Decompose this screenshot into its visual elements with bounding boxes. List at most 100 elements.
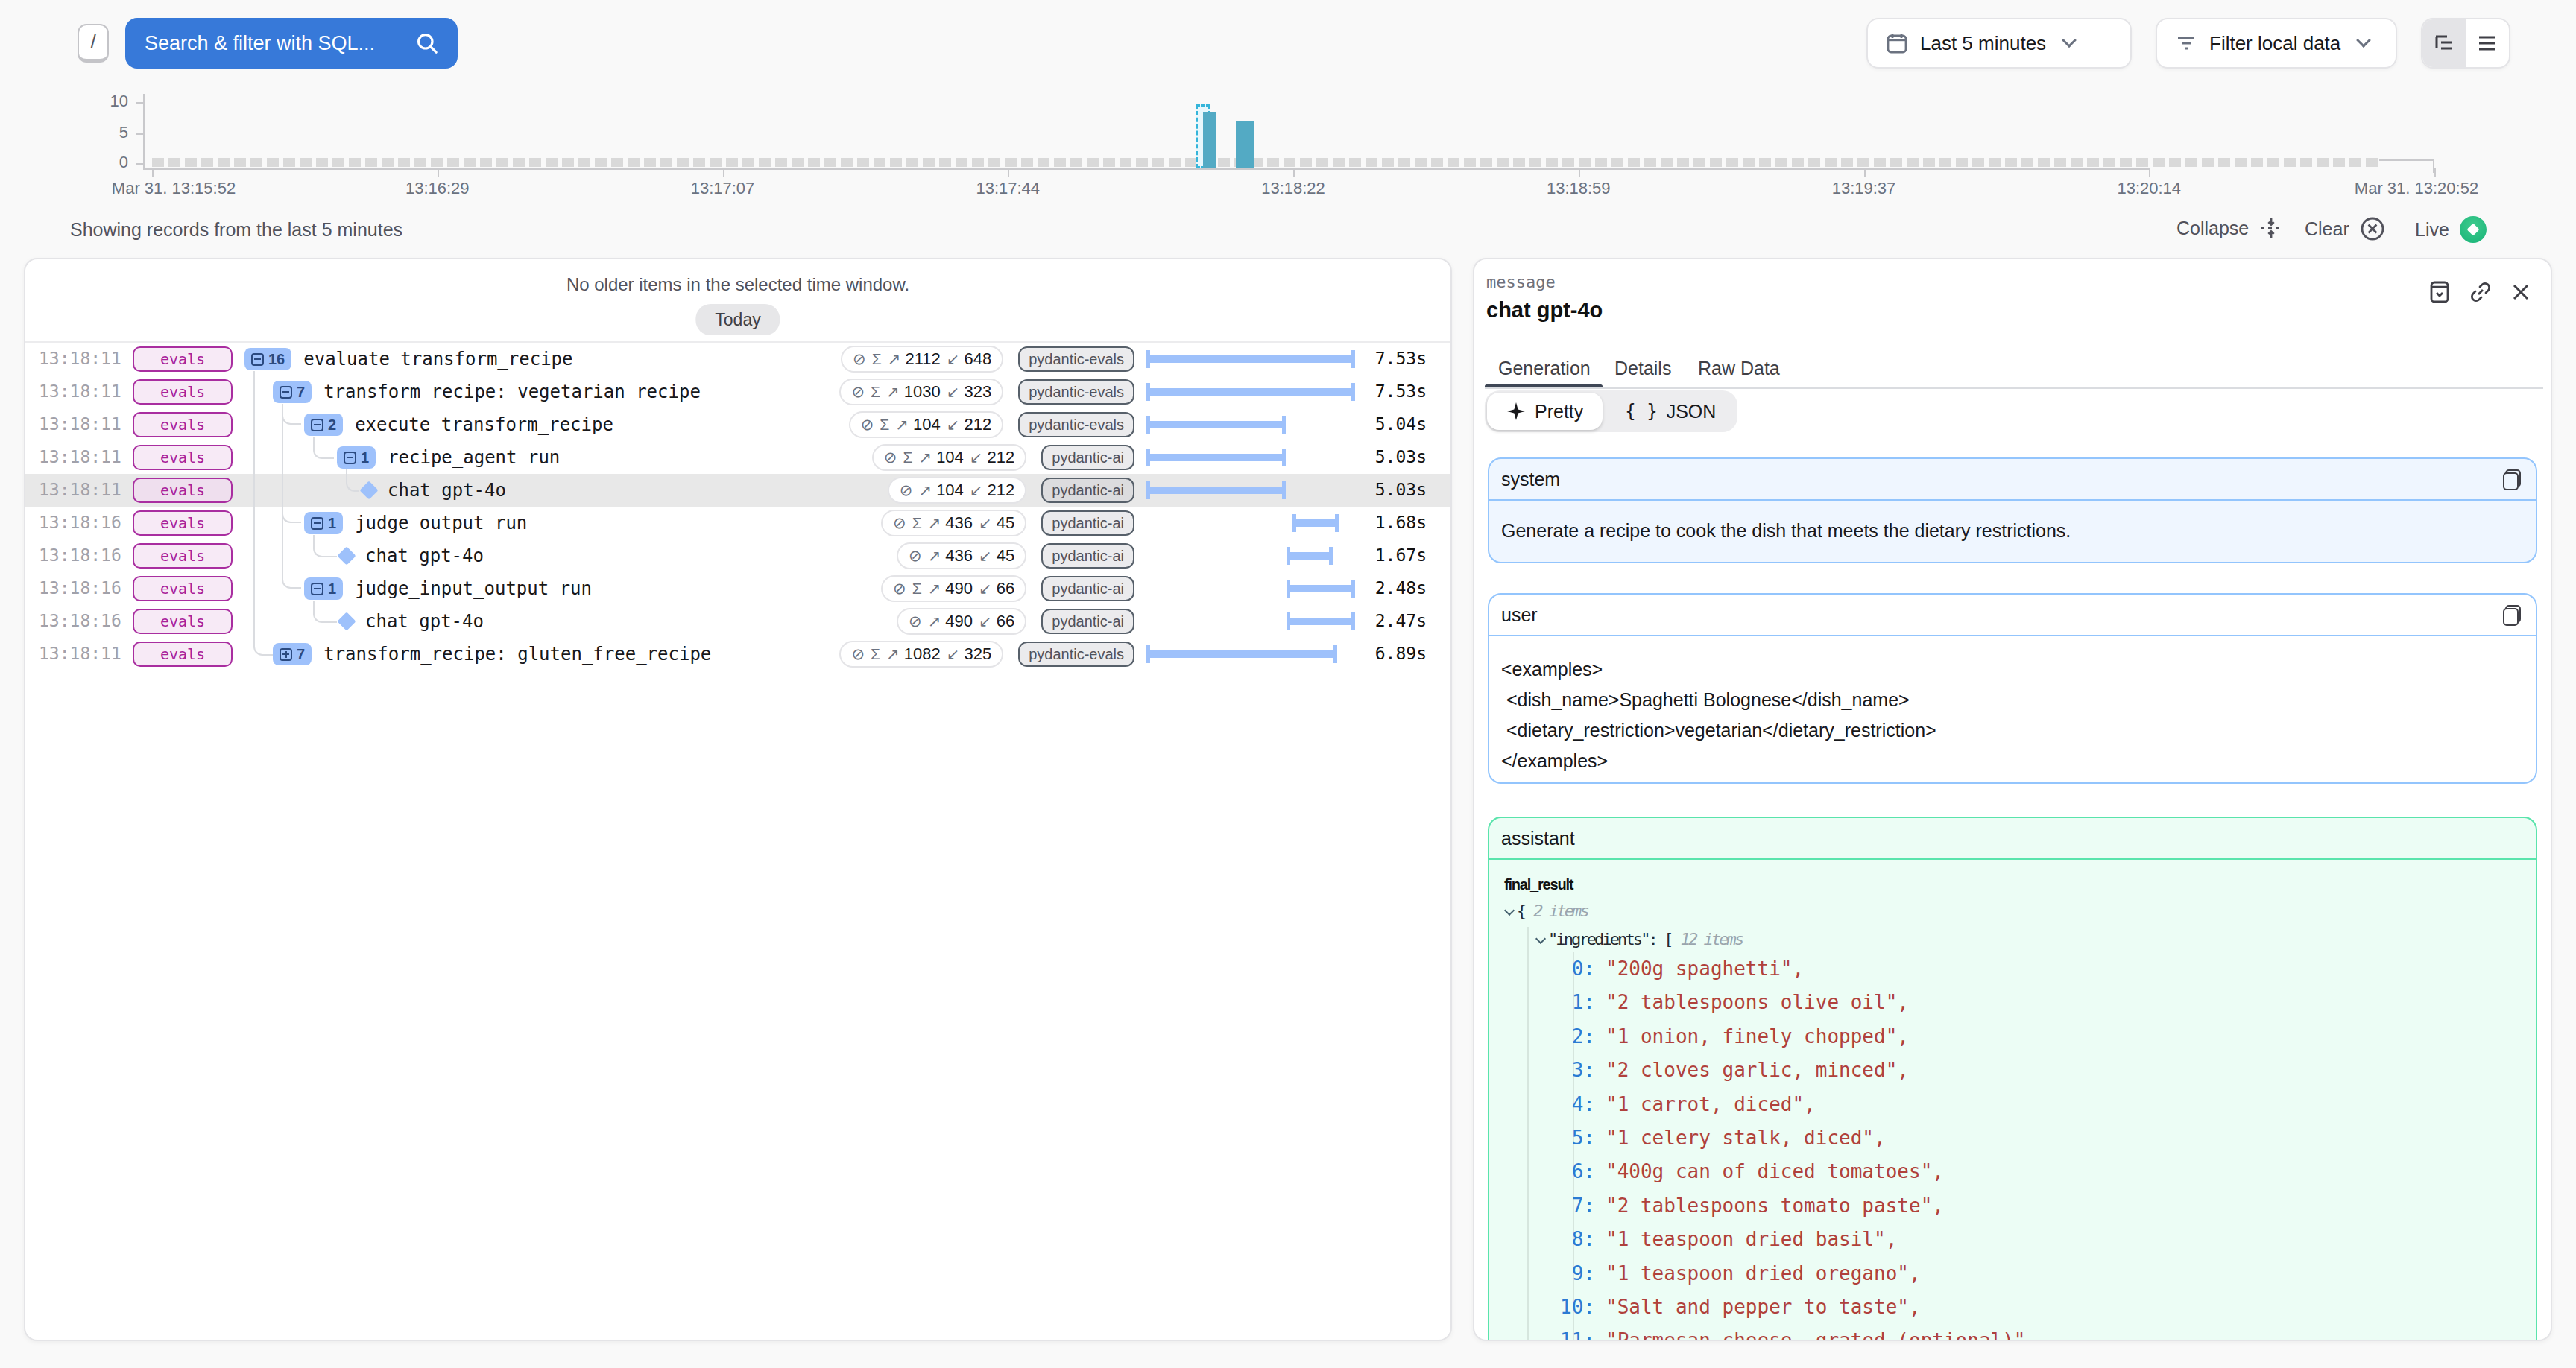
span-name[interactable]: chat gpt-4o (365, 545, 484, 566)
message-card-user: user <examples> <dish_name>Spaghetti Bol… (1488, 593, 2537, 784)
collapse-node-button[interactable]: 1 (337, 446, 376, 469)
trace-row[interactable]: 13:18:11evals2execute transform_recipe⊘Σ… (25, 408, 1450, 441)
row-env-badge[interactable]: evals (133, 543, 233, 569)
token-usage-badge[interactable]: ⊘Σ↗ 490↙ 66 (881, 575, 1026, 602)
row-tag[interactable]: pydantic-evals (1018, 379, 1134, 405)
live-button[interactable]: Live (2415, 216, 2487, 243)
span-name[interactable]: transform_recipe: vegetarian_recipe (323, 381, 701, 402)
x-axis-label: 13:17:44 (976, 179, 1040, 198)
row-env-badge[interactable]: evals (133, 346, 233, 372)
row-timestamp: 13:18:11 (39, 381, 121, 401)
row-env-badge[interactable]: evals (133, 576, 233, 601)
span-name[interactable]: chat gpt-4o (388, 480, 506, 501)
row-timestamp: 13:18:16 (39, 545, 121, 565)
trace-row[interactable]: 13:18:16evals1judge_output run⊘Σ↗ 436↙ 4… (25, 507, 1450, 539)
trace-row[interactable]: 13:18:16 evals 1 judge_input_output run ⊘Σ↗ … (25, 572, 1450, 605)
expand-node-button[interactable]: 7 (273, 643, 312, 665)
row-tag[interactable]: pydantic-evals (1018, 412, 1134, 437)
trace-row[interactable]: 13:18:11evals7transform_recipe: gluten_f… (25, 638, 1450, 671)
row-env-badge[interactable]: evals (133, 478, 233, 503)
json-root-line[interactable]: {2 items (1488, 899, 2026, 927)
json-ingredients-line[interactable]: "ingredients": [12 items (1488, 927, 2026, 952)
collapse-button[interactable]: Collapse (2176, 216, 2283, 240)
row-tag[interactable]: pydantic-evals (1018, 642, 1134, 667)
json-toggle-button[interactable]: { } JSON (1606, 393, 1735, 430)
search-input[interactable]: Search & filter with SQL... (125, 18, 458, 69)
row-tag[interactable]: pydantic-evals (1018, 346, 1134, 372)
row-tag[interactable]: pydantic-ai (1041, 478, 1134, 503)
trace-row[interactable]: 13:18:16 evals chat gpt-4o ⊘↗ 436↙ 45 pydant… (25, 539, 1450, 572)
trace-row[interactable]: 13:18:11 evals 7 transform_recipe: vegetari… (25, 376, 1450, 408)
copy-icon[interactable] (2503, 469, 2521, 490)
user-role-label: user (1501, 604, 1538, 626)
copy-icon[interactable] (2503, 605, 2521, 626)
token-usage-badge[interactable]: ⊘Σ↗ 1030↙ 323 (839, 379, 1003, 405)
span-name[interactable]: evaluate transform_recipe (303, 349, 572, 370)
user-card-header: user (1489, 595, 2536, 636)
filter-local-data-dropdown[interactable]: Filter local data (2156, 18, 2397, 69)
activity-timeline-chart[interactable]: 1050 Mar 31. 13:15:5213:16:2913:17:0713:… (0, 80, 2576, 203)
tab-generation[interactable]: Generation (1498, 358, 1591, 379)
row-tag[interactable]: pydantic-ai (1041, 576, 1134, 601)
slash-shortcut-key: / (78, 24, 109, 63)
row-tag[interactable]: pydantic-ai (1041, 445, 1134, 470)
trace-row[interactable]: 13:18:11 evals 16 evaluate transform_recipe… (25, 343, 1450, 376)
row-duration: 1.67s (1322, 545, 1427, 565)
row-timestamp: 13:18:16 (39, 578, 121, 598)
list-view-button[interactable] (2466, 19, 2509, 67)
copy-link-icon[interactable] (2469, 280, 2493, 304)
row-tag[interactable]: pydantic-ai (1041, 609, 1134, 634)
x-axis-label: 13:17:07 (691, 179, 755, 198)
token-usage-badge[interactable]: ⊘Σ↗ 104↙ 212 (872, 444, 1026, 471)
trace-row[interactable]: 13:18:16evalschat gpt-4o⊘↗ 490↙ 66pydant… (25, 605, 1450, 638)
span-name[interactable]: transform_recipe: gluten_free_recipe (323, 644, 711, 665)
row-duration: 7.53s (1322, 349, 1427, 368)
span-name[interactable]: judge_input_output run (355, 578, 592, 599)
token-usage-badge[interactable]: ⊘↗ 436↙ 45 (897, 542, 1026, 569)
row-env-badge[interactable]: evals (133, 642, 233, 667)
tab-details[interactable]: Details (1614, 358, 1671, 379)
span-name[interactable]: judge_output run (355, 513, 527, 533)
collapse-node-button[interactable]: 7 (273, 381, 312, 403)
token-usage-badge[interactable]: ⊘Σ↗ 2112↙ 648 (841, 346, 1003, 373)
span-name[interactable]: execute transform_recipe (355, 414, 613, 435)
exceptions-icon[interactable] (2428, 280, 2451, 304)
tree-connector-line (313, 535, 337, 557)
row-duration: 2.47s (1322, 611, 1427, 630)
sparkle-icon (1506, 402, 1526, 421)
collapse-node-button[interactable]: 2 (304, 414, 343, 436)
tab-raw-data[interactable]: Raw Data (1698, 358, 1780, 379)
collapse-node-button[interactable]: 16 (244, 348, 291, 370)
trace-row[interactable]: 13:18:11evals1recipe_agent run⊘Σ↗ 104↙ 2… (25, 441, 1450, 474)
no-older-items-notice: No older items in the selected time wind… (25, 274, 1450, 295)
token-usage-badge[interactable]: ⊘Σ↗ 104↙ 212 (849, 411, 1003, 438)
row-duration: 7.53s (1322, 381, 1427, 401)
tree-view-button[interactable] (2422, 19, 2466, 67)
row-env-badge[interactable]: evals (133, 609, 233, 634)
trace-row[interactable]: 13:18:11evalschat gpt-4o⊘↗ 104↙ 212pydan… (25, 474, 1450, 507)
span-name[interactable]: recipe_agent run (388, 447, 560, 468)
span-name[interactable]: chat gpt-4o (365, 611, 484, 632)
json-array-item: 1:"2 tablespoons olive oil", (1488, 986, 2026, 1019)
token-usage-badge[interactable]: ⊘Σ↗ 436↙ 45 (881, 510, 1026, 536)
x-axis-label: 13:18:22 (1261, 179, 1325, 198)
collapse-node-button[interactable]: 1 (304, 577, 343, 600)
row-env-badge[interactable]: evals (133, 412, 233, 437)
system-message-text: Generate a recipe to cook the dish that … (1489, 501, 2536, 561)
pretty-toggle-button[interactable]: Pretty (1487, 393, 1603, 430)
close-icon[interactable] (2510, 282, 2531, 303)
row-env-badge[interactable]: evals (133, 379, 233, 405)
token-usage-badge[interactable]: ⊘Σ↗ 1082↙ 325 (839, 641, 1003, 668)
clear-button[interactable]: Clear (2305, 216, 2385, 241)
token-usage-badge[interactable]: ⊘↗ 104↙ 212 (888, 477, 1026, 504)
row-timestamp: 13:18:11 (39, 349, 121, 368)
row-env-badge[interactable]: evals (133, 510, 233, 536)
token-usage-badge[interactable]: ⊘↗ 490↙ 66 (897, 608, 1026, 635)
time-range-dropdown[interactable]: Last 5 minutes (1866, 18, 2132, 69)
collapse-node-button[interactable]: 1 (304, 512, 343, 534)
row-tag[interactable]: pydantic-ai (1041, 543, 1134, 569)
row-tag[interactable]: pydantic-ai (1041, 510, 1134, 536)
filter-icon (2175, 32, 2197, 54)
row-duration: 5.04s (1322, 414, 1427, 434)
row-env-badge[interactable]: evals (133, 445, 233, 470)
